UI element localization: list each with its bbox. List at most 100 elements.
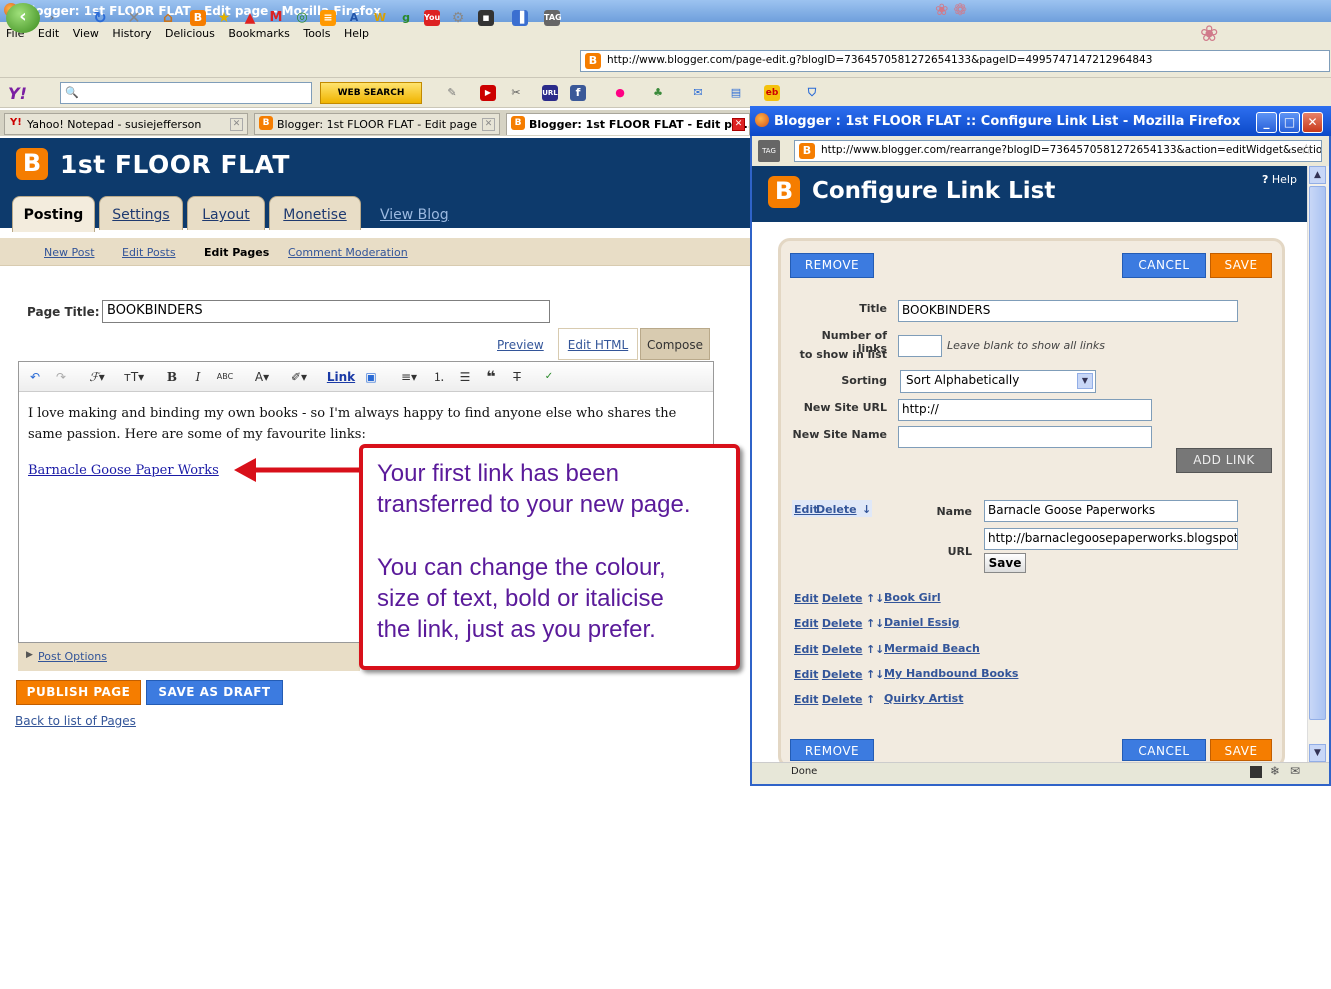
post-options-bar[interactable]: ▶ Post Options <box>18 643 360 671</box>
bold-icon[interactable]: B <box>164 368 180 386</box>
save-button-top[interactable]: SAVE <box>1210 253 1272 278</box>
mail-icon[interactable]: ✉ <box>690 85 706 101</box>
picasa-icon[interactable]: ◎ <box>294 10 310 26</box>
subnav-new-post[interactable]: New Post <box>44 246 95 259</box>
edit-link[interactable]: Edit <box>794 668 818 681</box>
menu-edit[interactable]: Edit <box>38 27 59 40</box>
cancel-button-top[interactable]: CANCEL <box>1122 253 1206 278</box>
bookmark-star-icon[interactable]: ☆ <box>1300 142 1313 158</box>
tab-blogger-edit-1[interactable]: B Blogger: 1st FLOOR FLAT - Edit page ✕ <box>254 113 500 135</box>
ebay-icon[interactable]: eb <box>764 85 780 101</box>
font-family-icon[interactable]: ℱ▾ <box>82 368 112 386</box>
edit-link[interactable]: Edit <box>794 643 818 656</box>
bookmark-star-icon[interactable]: ★ <box>216 10 232 26</box>
post-body-text[interactable]: I love making and binding my own books -… <box>28 403 688 445</box>
google-icon[interactable]: g <box>398 10 414 26</box>
tag-icon[interactable]: TAG <box>758 140 780 162</box>
forward-icon[interactable]: › <box>44 10 60 26</box>
remove-button-top[interactable]: REMOVE <box>790 253 874 278</box>
window-tool-icon[interactable]: ▪ <box>478 10 494 26</box>
pen-icon[interactable]: ✎ <box>444 85 460 101</box>
delete-link[interactable]: Delete <box>822 592 863 605</box>
mail-status-icon[interactable]: ✉ <box>1290 764 1300 778</box>
menu-tools[interactable]: Tools <box>303 27 330 40</box>
move-up-icon[interactable]: ↑ <box>866 693 875 706</box>
save-button-bottom[interactable]: SAVE <box>1210 739 1272 761</box>
gear-icon[interactable]: ⚙ <box>450 10 466 26</box>
tool-a-icon[interactable]: A <box>346 10 362 26</box>
sorting-select[interactable]: Sort Alphabetically ▼ <box>900 370 1096 393</box>
link-daniel-essig[interactable]: Daniel Essig <box>884 616 959 629</box>
back-to-list-link[interactable]: Back to list of Pages <box>15 714 136 728</box>
tab-settings[interactable]: Settings <box>99 196 183 230</box>
youtube-small-icon[interactable]: ▶ <box>480 85 496 101</box>
remove-button-bottom[interactable]: REMOVE <box>790 739 874 761</box>
highlight-icon[interactable]: ✐▾ <box>284 368 314 386</box>
page-title-input[interactable]: BOOKBINDERS <box>102 300 550 323</box>
move-down-icon[interactable]: ↓ <box>862 503 871 516</box>
text-color-icon[interactable]: A▾ <box>248 368 276 386</box>
rss-icon[interactable]: ≡ <box>320 10 336 26</box>
insert-link-button[interactable]: Link <box>326 368 356 386</box>
menu-help[interactable]: Help <box>344 27 369 40</box>
edit-link[interactable]: Edit <box>794 503 818 516</box>
post-body-link[interactable]: Barnacle Goose Paper Works <box>28 463 219 478</box>
edit-html-tab[interactable]: Edit HTML <box>558 328 638 360</box>
scroll-up-icon[interactable]: ▲ <box>1309 166 1326 184</box>
bullet-list-icon[interactable]: ☰ <box>456 368 474 386</box>
home-icon[interactable]: ⌂ <box>160 10 176 26</box>
blogger-icon[interactable]: B <box>190 10 206 26</box>
gmail-m-icon[interactable]: M <box>268 10 284 26</box>
numbered-list-icon[interactable]: ⒈ <box>430 368 448 386</box>
move-arrows-icon[interactable]: ↑↓ <box>866 592 884 605</box>
pages-icon[interactable]: ▤ <box>728 85 744 101</box>
scrollbar-thumb[interactable] <box>1309 186 1326 720</box>
facebook-icon[interactable]: f <box>570 85 586 101</box>
move-arrows-icon[interactable]: ↑↓ <box>866 668 884 681</box>
tag-icon[interactable]: TAG <box>544 10 562 26</box>
link-mermaid-beach[interactable]: Mermaid Beach <box>884 642 980 655</box>
undo-icon[interactable]: ↶ <box>26 368 44 386</box>
compose-tab[interactable]: Compose <box>640 328 710 360</box>
edit-link[interactable]: Edit <box>794 693 818 706</box>
cancel-button-bottom[interactable]: CANCEL <box>1122 739 1206 761</box>
italic-icon[interactable]: I <box>190 368 206 386</box>
spellcheck-icon[interactable]: ✓ <box>540 368 558 386</box>
flickr-icon[interactable]: ● <box>612 85 628 101</box>
post-options-link[interactable]: Post Options <box>38 650 107 663</box>
name-input[interactable]: Barnacle Goose Paperworks <box>984 500 1238 522</box>
yahoo-logo-icon[interactable]: Y! <box>8 84 27 103</box>
tab-yahoo-notepad[interactable]: Y! Yahoo! Notepad - susiejefferson ✕ <box>4 113 248 135</box>
book-icon[interactable]: ▐ <box>512 10 528 26</box>
publish-page-button[interactable]: PUBLISH PAGE <box>16 680 141 705</box>
back-icon[interactable]: ‹ <box>6 3 40 33</box>
move-arrows-icon[interactable]: ↑↓ <box>866 643 884 656</box>
title-input[interactable]: BOOKBINDERS <box>898 300 1238 322</box>
youtube-icon[interactable]: You <box>424 10 440 26</box>
subnav-comment-moderation[interactable]: Comment Moderation <box>288 246 408 259</box>
font-size-icon[interactable]: тT▾ <box>118 368 150 386</box>
url-input[interactable]: http://barnaclegoosepaperworks.blogspot <box>984 528 1238 550</box>
edit-link[interactable]: Edit <box>794 617 818 630</box>
maximize-icon[interactable]: □ <box>1279 112 1300 133</box>
menu-history[interactable]: History <box>112 27 151 40</box>
close-tab-icon[interactable]: ✕ <box>732 118 745 131</box>
link-book-girl[interactable]: Book Girl <box>884 591 941 604</box>
strikethrough-icon[interactable]: ABC <box>214 368 236 386</box>
move-arrows-icon[interactable]: ↑↓ <box>866 617 884 630</box>
menu-delicious[interactable]: Delicious <box>165 27 215 40</box>
preview-link[interactable]: Preview <box>497 338 544 352</box>
status-tool-icon[interactable] <box>1250 766 1262 778</box>
tinyurl-icon[interactable]: URL <box>542 85 558 101</box>
tab-monetise[interactable]: Monetise <box>269 196 361 230</box>
delete-link[interactable]: Delete <box>816 503 857 516</box>
delete-link[interactable]: Delete <box>822 643 863 656</box>
stop-icon[interactable]: ✕ <box>126 10 142 26</box>
help-link[interactable]: ? Help <box>1262 173 1297 186</box>
note-icon[interactable]: ✂ <box>508 85 524 101</box>
new-site-name-input[interactable] <box>898 426 1152 448</box>
tool-w-icon[interactable]: W <box>372 10 388 26</box>
minimize-icon[interactable]: _ <box>1256 112 1277 133</box>
add-link-button[interactable]: ADD LINK <box>1176 448 1272 473</box>
link-quirky-artist[interactable]: Quirky Artist <box>884 692 963 705</box>
